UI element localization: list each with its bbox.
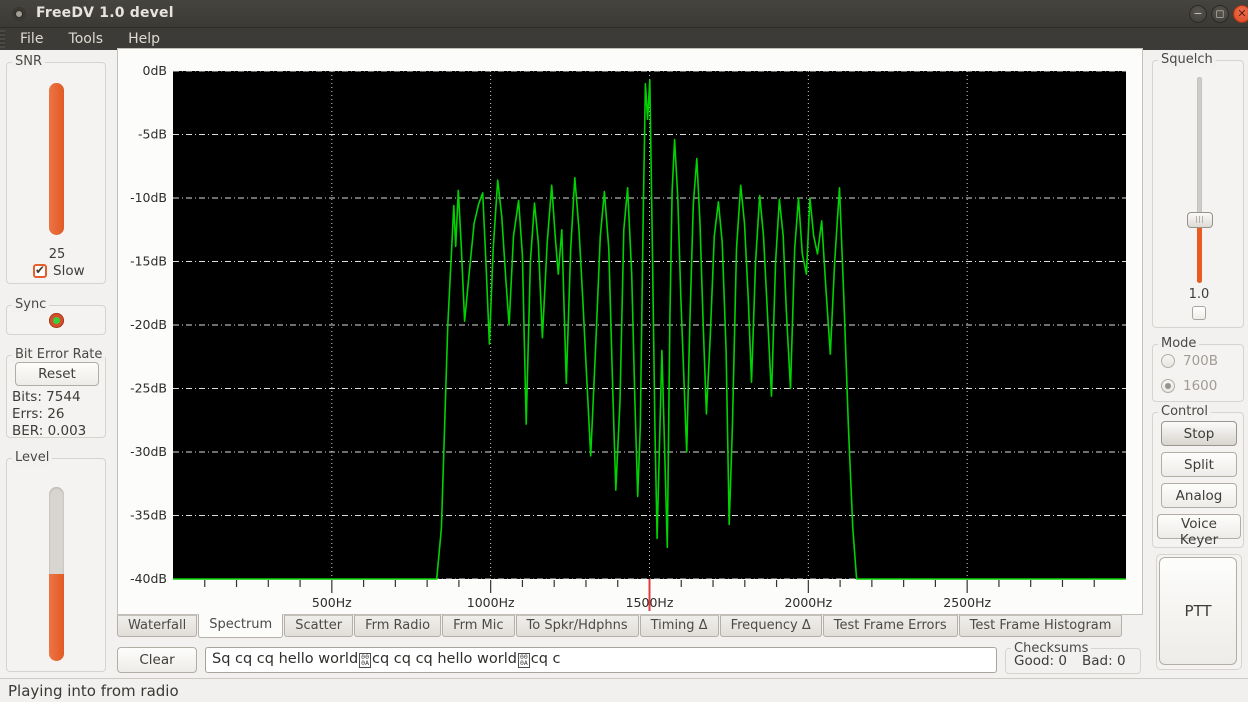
rx-text-segment: cq cq cq hello world [372, 651, 517, 667]
tab-test-frame-histogram[interactable]: Test Frame Histogram [959, 615, 1123, 637]
squelch-group: Squelch 1.0 [1152, 60, 1244, 328]
y-tick-label: -20dB [130, 317, 167, 332]
snr-group: SNR 25 Slow [6, 62, 106, 284]
split-button[interactable]: Split [1161, 452, 1237, 477]
errs-count: Errs: 26 [12, 406, 64, 422]
spectrum-panel: 0dB -5dB -10dB -15dB -20dB -25dB -30dB -35dB -40… [117, 48, 1143, 615]
squelch-slider-handle[interactable] [1187, 212, 1213, 228]
status-bar: Playing into from radio [0, 678, 1248, 702]
snr-slow-checkbox[interactable] [33, 264, 47, 278]
snr-label: SNR [12, 54, 45, 69]
squelch-label: Squelch [1158, 52, 1216, 67]
snr-gauge [49, 83, 64, 235]
tab-to-spkr-hdphns[interactable]: To Spkr/Hdphns [516, 615, 639, 637]
control-group: Control Stop Split Analog Voice Keyer [1152, 412, 1244, 548]
ptt-button[interactable]: PTT [1159, 557, 1237, 665]
analog-button[interactable]: Analog [1161, 483, 1237, 508]
maximize-icon[interactable]: ◻ [1211, 5, 1229, 23]
status-text: Playing into from radio [8, 682, 179, 700]
snr-gauge-fill [49, 83, 64, 235]
close-icon[interactable]: ✕ [1233, 5, 1248, 23]
tab-frequency-delta[interactable]: Frequency Δ [720, 615, 822, 637]
mode-radio-1600[interactable] [1161, 379, 1175, 393]
stop-button[interactable]: Stop [1161, 421, 1237, 446]
snr-value: 25 [7, 247, 107, 262]
level-gauge [49, 487, 64, 661]
y-tick-label: -35dB [130, 508, 167, 523]
minimize-icon[interactable]: − [1189, 5, 1207, 23]
menu-tools[interactable]: Tools [59, 28, 114, 50]
mode-label: Mode [1158, 336, 1199, 351]
mode-radio-700b-label[interactable]: 700B [1183, 353, 1218, 369]
tab-scatter[interactable]: Scatter [284, 615, 353, 637]
snr-slow-checkbox-label[interactable]: Slow [53, 263, 85, 279]
tab-frm-radio[interactable]: Frm Radio [354, 615, 441, 637]
ber-value: BER: 0.003 [12, 423, 86, 439]
y-tick-label: -25dB [130, 381, 167, 396]
app-icon [12, 7, 26, 21]
bit-error-rate-group: Bit Error Rate Reset Bits: 7544 Errs: 26… [6, 355, 106, 438]
rx-text-segment: Sq cq cq hello world [212, 651, 358, 667]
checksums-good: Good: 0 [1014, 653, 1067, 669]
window-title: FreeDV 1.0 devel [36, 5, 174, 21]
x-tick-label: 2500Hz [943, 595, 991, 610]
menu-help[interactable]: Help [118, 28, 170, 50]
y-tick-label: -15dB [130, 254, 167, 269]
x-tick-label: 1000Hz [467, 595, 515, 610]
mode-radio-700b[interactable] [1161, 354, 1175, 368]
sync-group: Sync [6, 305, 106, 335]
mode-radio-1600-label[interactable]: 1600 [1183, 378, 1217, 394]
sync-led-icon [49, 313, 64, 328]
menu-file[interactable]: File [10, 28, 53, 50]
y-tick-label: -30dB [130, 444, 167, 459]
x-tick-label: 2000Hz [784, 595, 832, 610]
x-tick-label: 500Hz [312, 595, 352, 610]
tab-spectrum[interactable]: Spectrum [198, 614, 283, 638]
level-gauge-fill [49, 574, 64, 661]
bits-count: Bits: 7544 [12, 389, 81, 405]
voice-keyer-button[interactable]: Voice Keyer [1157, 514, 1241, 539]
squelch-checkbox[interactable] [1192, 306, 1206, 320]
mode-group: Mode 700B 1600 [1152, 344, 1244, 402]
rx-text-field[interactable]: Sq cq cq hello world000Acq cq cq hello w… [205, 647, 997, 673]
y-tick-label: -40dB [130, 571, 167, 586]
menu-grip-icon [0, 30, 5, 48]
y-tick-label: -5dB [138, 127, 167, 142]
squelch-value: 1.0 [1153, 287, 1245, 302]
title-bar: FreeDV 1.0 devel − ◻ ✕ [0, 0, 1248, 28]
y-tick-label: -10dB [130, 190, 167, 205]
y-tick-label: 0dB [143, 63, 167, 78]
control-label: Control [1158, 404, 1211, 419]
menu-bar: File Tools Help [0, 28, 1248, 50]
sync-label: Sync [12, 297, 49, 312]
bit-error-rate-label: Bit Error Rate [12, 347, 105, 362]
rx-text-segment: cq c [531, 651, 561, 667]
reset-button[interactable]: Reset [15, 362, 99, 386]
ptt-group: PTT [1156, 554, 1242, 670]
newline-glyph-icon: 000A [359, 653, 371, 668]
level-group: Level [6, 458, 106, 672]
squelch-slider-fill [1197, 219, 1202, 283]
clear-button[interactable]: Clear [117, 647, 197, 673]
tab-waterfall[interactable]: Waterfall [117, 615, 197, 637]
app-window: FreeDV 1.0 devel − ◻ ✕ File Tools Help S… [0, 0, 1248, 702]
checksums-group: Checksums Good: 0 Bad: 0 [1005, 648, 1141, 674]
newline-glyph-icon: 000A [518, 653, 530, 668]
plot-tab-bar: Waterfall Spectrum Scatter Frm Radio Frm… [117, 615, 1143, 640]
checksums-bad: Bad: 0 [1082, 653, 1126, 669]
spectrum-plot[interactable]: 0dB -5dB -10dB -15dB -20dB -25dB -30dB -35dB -40… [118, 49, 1142, 614]
tab-test-frame-errors[interactable]: Test Frame Errors [823, 615, 958, 637]
tab-timing-delta[interactable]: Timing Δ [640, 615, 719, 637]
tab-frm-mic[interactable]: Frm Mic [442, 615, 514, 637]
level-label: Level [12, 450, 52, 465]
